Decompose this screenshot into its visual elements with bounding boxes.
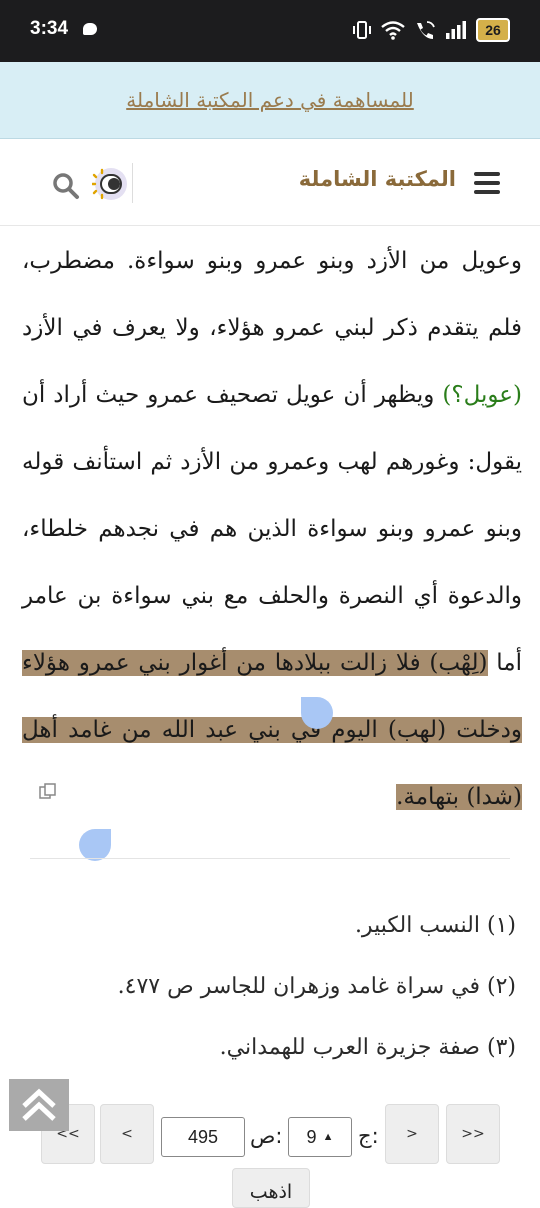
selection-start-handle[interactable] — [301, 697, 333, 729]
page-label: ص: — [250, 1124, 283, 1148]
theme-toggle-icon[interactable] — [92, 167, 130, 201]
status-time: 3:34 — [30, 18, 69, 39]
footnote: (١) النسب الكبير. — [354, 913, 516, 938]
app-header: المكتبة الشاملة — [0, 139, 540, 226]
footnotes: (١) النسب الكبير. (٢) في سراة غامد وزهرا… — [16, 895, 516, 1078]
double-chevron-up-icon — [22, 1088, 56, 1121]
support-banner: للمساهمة في دعم المكتبة الشاملة — [0, 62, 540, 139]
message-notification-icon — [83, 23, 97, 35]
hamburger-menu-icon[interactable] — [474, 172, 500, 194]
book-paragraph: وعويل من الأزد وبنو عمرو وبنو سواءة. مضط… — [22, 228, 522, 831]
copy-icon[interactable] — [38, 782, 58, 800]
next-page-button[interactable]: < — [100, 1104, 154, 1164]
part-select[interactable]: 9 ▲ — [288, 1117, 352, 1157]
part-label: ج: — [358, 1124, 379, 1148]
scroll-to-top-button[interactable] — [9, 1079, 69, 1131]
battery-level: 26 — [476, 18, 510, 42]
go-button[interactable]: اذهب — [232, 1168, 310, 1208]
footnote: (٢) في سراة غامد وزهران للجاسر ص ٤٧٧. — [117, 974, 516, 999]
search-icon[interactable] — [52, 172, 80, 200]
paragraph-text-start: وعويل من الأزد وبنو عمرو وبنو سواءة. مضط… — [22, 248, 522, 341]
previous-page-button[interactable]: > — [385, 1104, 439, 1164]
first-page-button[interactable]: >> — [446, 1104, 500, 1164]
footnote: (٣) صفة جزيرة العرب للهمداني. — [219, 1035, 516, 1060]
caret-up-icon: ▲ — [322, 1131, 334, 1143]
status-bar: 3:34 26 — [0, 0, 540, 62]
wifi-calling-icon — [417, 21, 435, 39]
editor-note: (عويل؟) — [442, 382, 522, 408]
wifi-icon — [381, 21, 405, 40]
footnote-separator — [30, 858, 510, 859]
paragraph-text-middle: ويظهر أن عويل تصحيف عمرو حيث أراد أن يقو… — [22, 382, 523, 676]
signal-icon — [446, 21, 466, 39]
header-divider — [132, 163, 133, 203]
selected-text[interactable]: (لِهْب) فلا زالت ببلادها من أغوار بني عم… — [22, 650, 522, 810]
part-select-value: 9 — [306, 1126, 317, 1147]
book-content: وعويل من الأزد وبنو عمرو وبنو سواءة. مضط… — [22, 228, 522, 831]
support-link[interactable]: للمساهمة في دعم المكتبة الشاملة — [126, 88, 414, 112]
status-icons: 26 — [352, 18, 510, 42]
site-title[interactable]: المكتبة الشاملة — [299, 167, 456, 191]
vibrate-icon — [353, 21, 371, 39]
page-number-input[interactable]: 495 — [161, 1117, 245, 1157]
page-navigation: << < 495 ص: 9 ▲ ج: > >> — [0, 1104, 540, 1164]
selection-end-handle[interactable] — [79, 829, 111, 861]
